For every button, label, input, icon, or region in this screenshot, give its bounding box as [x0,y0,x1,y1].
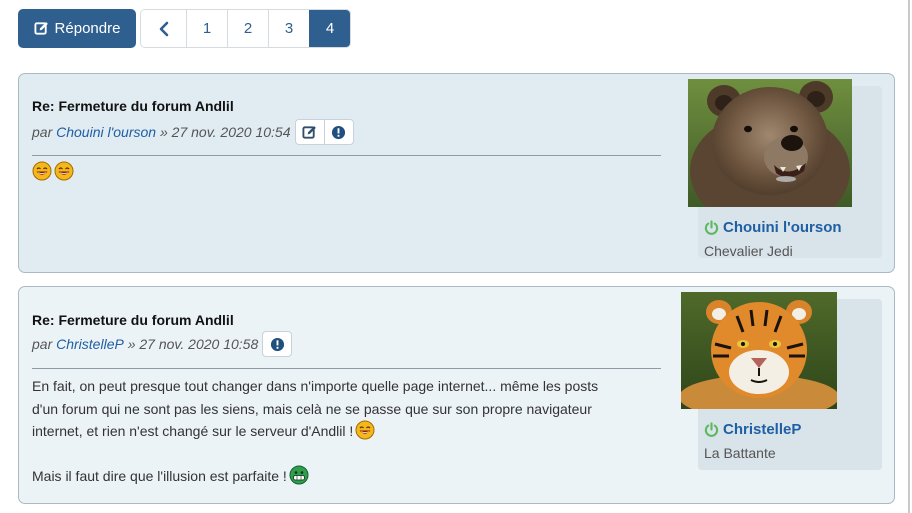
reply-label: Répondre [54,20,121,37]
post-content-text: Mais il faut dire que l'illusion est par… [32,467,287,484]
post-author-link[interactable]: ChristelleP [56,336,124,352]
post-datetime: » 27 nov. 2020 10:54 [159,124,291,140]
scrollbar[interactable] [908,0,910,513]
online-status-icon [704,220,719,235]
edit-post-button[interactable] [296,120,324,144]
post-datetime: » 27 nov. 2020 10:58 [127,336,259,352]
profile-rank: La Battante [704,445,776,461]
post-divider [32,155,661,156]
action-bar: Répondre 1 2 3 4 [18,9,351,48]
reply-button[interactable]: Répondre [18,9,136,48]
chevron-left-icon [159,21,168,36]
pagination-page-1[interactable]: 1 [186,10,227,47]
post-profile: Chouini l'ourson Chevalier Jedi [688,79,882,259]
avatar-tiger[interactable] [681,292,837,409]
pagination-page-2[interactable]: 2 [227,10,268,47]
pagination-page-3[interactable]: 3 [268,10,309,47]
report-post-button[interactable] [263,332,291,356]
post-content-line: internet, et rien n'est changé sur le se… [32,420,657,443]
post-content-line: d'un forum qui ne sont pas les siens, ma… [32,400,592,417]
avatar-bear[interactable] [688,79,852,207]
reply-edit-icon [34,22,48,35]
post-content: En fait, on peut presque tout changer da… [32,375,657,487]
post-buttons [294,119,354,145]
post-content-line: En fait, on peut presque tout changer da… [32,378,599,394]
post-meta: par ChristelleP » 27 nov. 2020 10:58 [32,331,293,357]
post-author-link[interactable]: Chouini l'ourson [56,124,156,140]
profile-username: ChristelleP [704,421,801,438]
post-profile: ChristelleP La Battante [681,292,882,470]
edit-icon [302,125,316,139]
post: Re: Fermeture du forum Andlil par Chouin… [18,73,895,273]
post-content-line: Mais il faut dire que l'illusion est par… [32,465,657,488]
post-by-label: par [32,124,53,140]
profile-username: Chouini l'ourson [704,219,842,236]
pagination: 1 2 3 4 [140,9,351,48]
post-title[interactable]: Re: Fermeture du forum Andlil [32,312,234,328]
post-divider [32,368,661,369]
pagination-prev-button[interactable] [141,10,186,47]
pagination-page-4-current[interactable]: 4 [309,10,350,47]
report-icon [270,337,284,351]
profile-rank: Chevalier Jedi [704,243,793,259]
post-by-label: par [32,336,53,352]
grin-emoji-icon [289,465,309,484]
post-content-text: internet, et rien n'est changé sur le se… [32,423,354,439]
laughing-emoji-icon [54,161,74,181]
post-buttons [262,331,293,357]
report-icon [331,125,346,139]
laughing-emoji-icon [32,161,52,181]
post-title[interactable]: Re: Fermeture du forum Andlil [32,98,234,114]
post: Re: Fermeture du forum Andlil par Christ… [18,286,895,504]
online-status-icon [704,422,719,437]
profile-username-link[interactable]: ChristelleP [723,421,801,438]
profile-username-link[interactable]: Chouini l'ourson [723,219,842,236]
post-content-spacer [32,443,657,465]
post-content [32,161,657,184]
laughing-emoji-icon [355,420,375,440]
report-post-button[interactable] [323,120,353,144]
post-meta: par Chouini l'ourson » 27 nov. 2020 10:5… [32,119,354,145]
